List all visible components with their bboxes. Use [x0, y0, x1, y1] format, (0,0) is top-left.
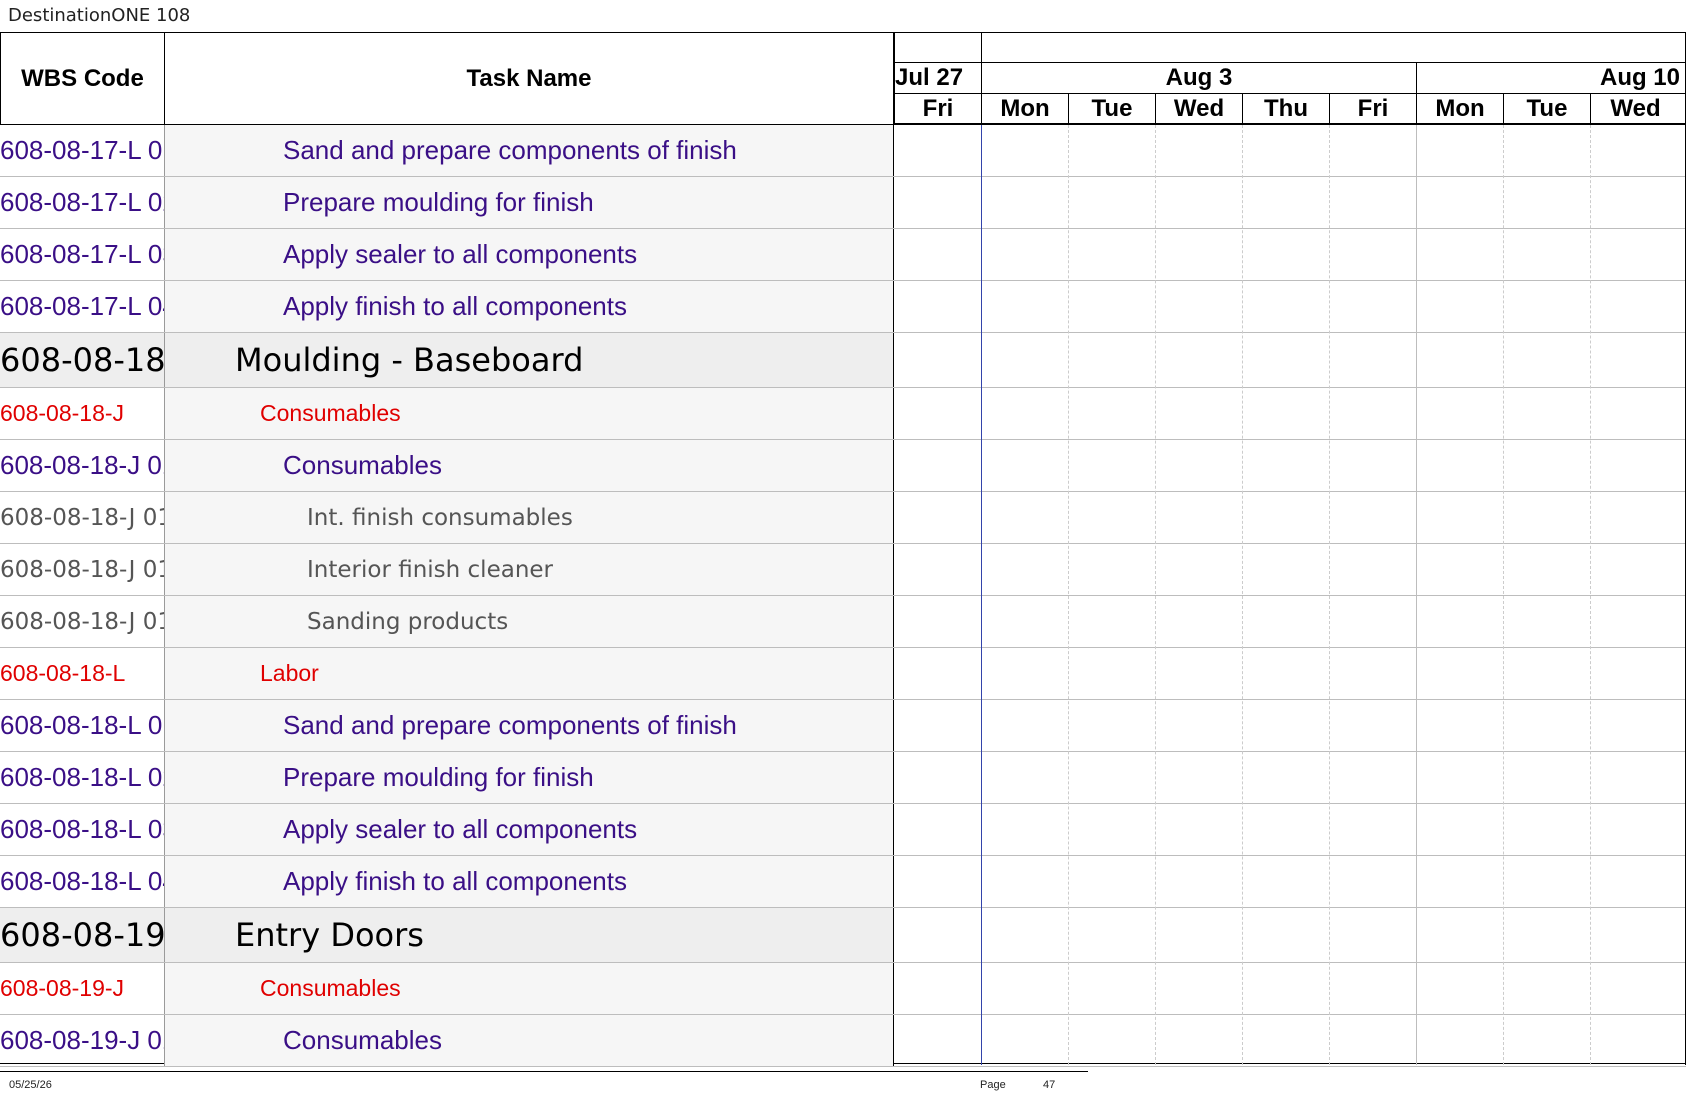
footer-date: 05/25/26 [9, 1079, 52, 1091]
timeline-header: Jul 27 Aug 3 Aug 10 Fri Mon Tue Wed Thu … [894, 33, 1686, 125]
task-name-cell[interactable]: Consumables [165, 1015, 894, 1066]
week-gridline [1416, 125, 1417, 1065]
wbs-code-cell[interactable]: 608-08-18 [0, 333, 165, 387]
gridline [1242, 125, 1243, 1065]
wbs-code-cell[interactable]: 608-08-18-J 01 [0, 492, 165, 543]
wbs-code-cell[interactable]: 608-08-18-J 01 [0, 596, 165, 647]
task-row[interactable]: 608-08-19-J 01 Consumables [0, 1015, 1686, 1067]
task-name-cell[interactable]: Sand and prepare components of finish [165, 700, 894, 751]
document-title: DestinationONE 108 [8, 5, 191, 26]
wbs-code-cell[interactable]: 608-08-19 [0, 908, 165, 962]
group-row[interactable]: 608-08-18 Moulding - Baseboard [0, 333, 1686, 388]
wbs-code-cell[interactable]: 608-08-18-L 01 [0, 700, 165, 751]
task-name-cell[interactable]: Int. finish consumables [165, 492, 894, 543]
week-label: Aug 3 [981, 63, 1416, 93]
task-name-cell[interactable]: Sand and prepare components of finish [165, 125, 894, 176]
task-name-cell[interactable]: Apply finish to all components [165, 856, 894, 907]
task-row[interactable]: 608-08-17-L 03 Apply sealer to all compon… [0, 229, 1686, 281]
wbs-code-cell[interactable]: 608-08-17-L 03 [0, 229, 165, 280]
wbs-code-cell[interactable]: 608-08-18-L 04 [0, 856, 165, 907]
wbs-code-cell[interactable]: 608-08-18-L 02 [0, 752, 165, 803]
timeline-days: Fri Mon Tue Wed Thu Fri Mon Tue Wed [894, 94, 1686, 125]
week-label: Jul 27 [894, 63, 981, 93]
task-name-cell[interactable]: Consumables [165, 388, 894, 439]
current-date-line [981, 125, 982, 1065]
task-row[interactable]: 608-08-18-J Consumables [0, 388, 1686, 440]
task-row[interactable]: 608-08-17-L 02 Prepare moulding for finis… [0, 177, 1686, 229]
gantt-sheet: WBS Code Task Name Jul 27 Aug 3 Aug 10 F… [0, 32, 1686, 1067]
day-label: Fri [894, 94, 981, 123]
task-row[interactable]: 608-08-18-L 02 Prepare moulding for finis… [0, 752, 1686, 804]
task-row[interactable]: 608-08-18-L 04 Apply finish to all compon… [0, 856, 1686, 908]
gridline [1068, 125, 1069, 1065]
task-name-cell[interactable]: Consumables [165, 963, 894, 1014]
week-label: Aug 10 [1416, 63, 1686, 93]
task-row[interactable]: 608-08-18-L 01 Sand and prepare component… [0, 700, 1686, 752]
day-label: Fri [1329, 94, 1416, 123]
task-name-cell[interactable]: Labor [165, 648, 894, 699]
task-name-cell[interactable]: Prepare moulding for finish [165, 752, 894, 803]
task-name-cell[interactable]: Prepare moulding for finish [165, 177, 894, 228]
task-row[interactable]: 608-08-17-L 04 Apply finish to all compon… [0, 281, 1686, 333]
gridline [1590, 125, 1591, 1065]
timeline-top-band [894, 33, 1686, 63]
task-row[interactable]: 608-08-18-L Labor [0, 648, 1686, 700]
task-row[interactable]: 608-08-18-J 01 Consumables [0, 440, 1686, 492]
task-name-column-header[interactable]: Task Name [165, 33, 894, 125]
day-label: Thu [1242, 94, 1329, 123]
wbs-code-cell[interactable]: 608-08-19-J 01 [0, 1015, 165, 1066]
day-label: Wed [1590, 94, 1680, 123]
task-row[interactable]: 608-08-18-J 01 Interior finish cleaner [0, 544, 1686, 596]
timeline-weeks: Jul 27 Aug 3 Aug 10 [894, 63, 1686, 94]
day-label: Tue [1503, 94, 1590, 123]
task-name-cell[interactable]: Interior finish cleaner [165, 544, 894, 595]
wbs-code-cell[interactable]: 608-08-18-J 01 [0, 440, 165, 491]
wbs-code-cell[interactable]: 608-08-18-L [0, 648, 165, 699]
task-name-cell[interactable]: Moulding - Baseboard [165, 333, 894, 387]
wbs-code-cell[interactable]: 608-08-17-L 02 [0, 177, 165, 228]
wbs-code-cell[interactable]: 608-08-19-J [0, 963, 165, 1014]
task-row[interactable]: 608-08-17-L 01 Sand and prepare component… [0, 125, 1686, 177]
footer-divider [0, 1071, 1088, 1072]
task-name-cell[interactable]: Apply sealer to all components [165, 229, 894, 280]
day-label: Tue [1068, 94, 1155, 123]
wbs-code-cell[interactable]: 608-08-18-J [0, 388, 165, 439]
task-name-cell[interactable]: Sanding products [165, 596, 894, 647]
wbs-code-cell[interactable]: 608-08-18-L 03 [0, 804, 165, 855]
day-label: Mon [981, 94, 1068, 123]
sheet-right-border [1685, 33, 1686, 1065]
gridline [1329, 125, 1330, 1065]
wbs-code-cell[interactable]: 608-08-17-L 01 [0, 125, 165, 176]
gridline [1155, 125, 1156, 1065]
task-name-cell[interactable]: Entry Doors [165, 908, 894, 962]
footer-page-label: Page [980, 1079, 1006, 1091]
task-name-cell[interactable]: Apply sealer to all components [165, 804, 894, 855]
wbs-code-cell[interactable]: 608-08-17-L 04 [0, 281, 165, 332]
day-label: Mon [1416, 94, 1503, 123]
gridline [1503, 125, 1504, 1065]
wbs-column-header[interactable]: WBS Code [0, 33, 165, 125]
task-row[interactable]: 608-08-19-J Consumables [0, 963, 1686, 1015]
task-row[interactable]: 608-08-18-J 01 Sanding products [0, 596, 1686, 648]
task-name-cell[interactable]: Apply finish to all components [165, 281, 894, 332]
wbs-code-cell[interactable]: 608-08-18-J 01 [0, 544, 165, 595]
task-row[interactable]: 608-08-18-J 01 Int. finish consumables [0, 492, 1686, 544]
task-name-cell[interactable]: Consumables [165, 440, 894, 491]
footer-page-number: 47 [1043, 1079, 1056, 1091]
day-label: Wed [1155, 94, 1242, 123]
task-row[interactable]: 608-08-18-L 03 Apply sealer to all compon… [0, 804, 1686, 856]
group-row[interactable]: 608-08-19 Entry Doors [0, 908, 1686, 963]
